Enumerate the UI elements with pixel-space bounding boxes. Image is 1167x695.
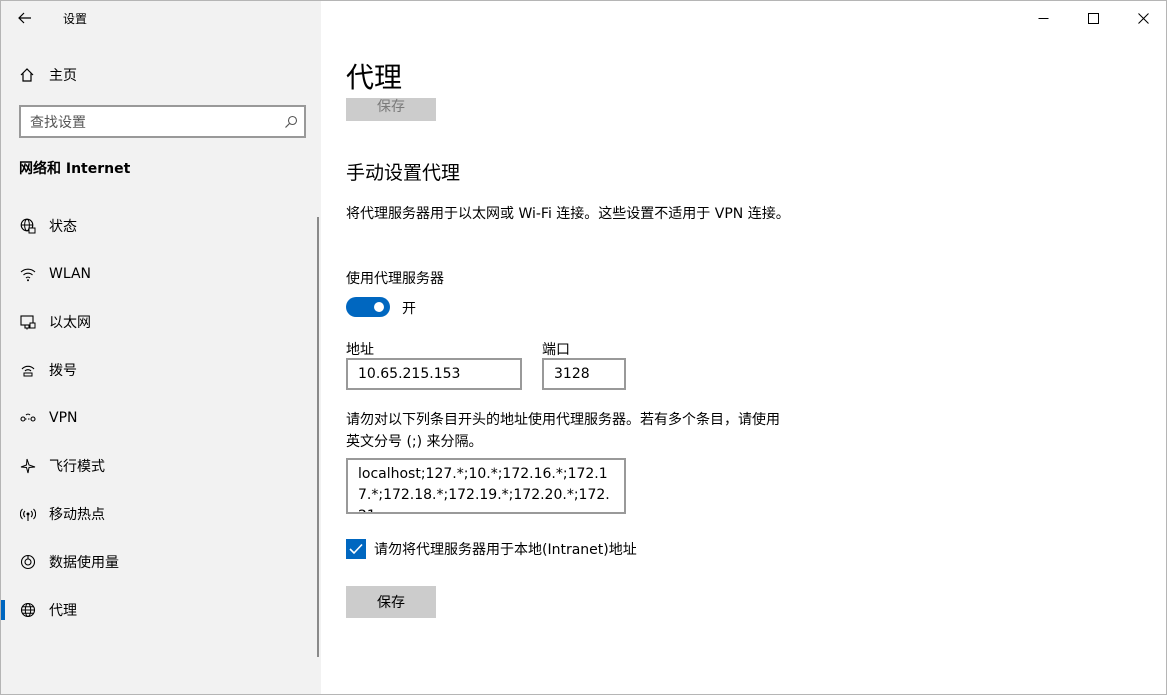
sidebar: 设置 主页 查找设置 网络和 Internet 状态 WLAN 以太网 拨号 V… bbox=[1, 1, 321, 694]
app-title: 设置 bbox=[63, 12, 88, 26]
address-label: 地址 bbox=[346, 342, 374, 358]
titlebar-left: 设置 bbox=[1, 1, 321, 35]
caption-buttons bbox=[1016, 1, 1166, 35]
minimize-icon bbox=[1038, 17, 1048, 19]
sidebar-item-wlan[interactable]: WLAN bbox=[1, 250, 317, 298]
port-label: 端口 bbox=[542, 342, 570, 358]
home-label: 主页 bbox=[49, 68, 77, 84]
maximize-button[interactable] bbox=[1070, 1, 1116, 35]
sidebar-item-label: 状态 bbox=[49, 219, 77, 235]
address-input[interactable]: 10.65.215.153 bbox=[346, 358, 522, 390]
toggle-state-label: 开 bbox=[402, 301, 416, 317]
sidebar-item-label: 以太网 bbox=[49, 315, 91, 331]
sidebar-item-label: 数据使用量 bbox=[49, 555, 119, 571]
home-icon bbox=[20, 68, 34, 82]
section-title: 网络和 Internet bbox=[19, 161, 131, 177]
page-title: 代理 bbox=[346, 61, 403, 94]
data-usage-icon bbox=[19, 553, 37, 571]
save-button[interactable]: 保存 bbox=[346, 586, 436, 618]
sidebar-item-label: 移动热点 bbox=[49, 507, 105, 523]
exceptions-input[interactable]: localhost;127.*;10.*;172.16.*;172.17.*;1… bbox=[346, 458, 626, 514]
sidebar-scrollbar[interactable] bbox=[317, 217, 319, 657]
sidebar-item-mobile-hotspot[interactable]: 移动热点 bbox=[1, 490, 317, 538]
sidebar-item-label: 拨号 bbox=[49, 363, 77, 379]
sidebar-item-label: 代理 bbox=[49, 603, 77, 619]
port-input[interactable]: 3128 bbox=[542, 358, 626, 390]
dialup-icon bbox=[19, 361, 37, 379]
ethernet-icon bbox=[19, 313, 37, 331]
search-input[interactable]: 查找设置 bbox=[19, 105, 306, 138]
exceptions-description: 请勿对以下列条目开头的地址使用代理服务器。若有多个条目，请使用英文分号 (;) … bbox=[346, 412, 780, 450]
wifi-icon bbox=[19, 265, 37, 283]
sidebar-item-airplane-mode[interactable]: 飞行模式 bbox=[1, 442, 317, 490]
search-placeholder: 查找设置 bbox=[30, 114, 86, 131]
sidebar-nav: 状态 WLAN 以太网 拨号 VPN 飞行模式 移动热点 数据使用量 代理 bbox=[1, 202, 317, 634]
sidebar-item-vpn[interactable]: VPN bbox=[1, 394, 317, 442]
sidebar-item-proxy[interactable]: 代理 bbox=[1, 586, 317, 634]
close-button[interactable] bbox=[1120, 1, 1166, 35]
use-proxy-toggle[interactable] bbox=[346, 297, 390, 317]
maximize-icon bbox=[1087, 12, 1099, 24]
settings-window: 设置 主页 查找设置 网络和 Internet 状态 WLAN 以太网 拨号 V… bbox=[0, 0, 1167, 695]
airplane-icon bbox=[19, 457, 37, 475]
use-proxy-label: 使用代理服务器 bbox=[346, 271, 444, 287]
sidebar-item-label: VPN bbox=[49, 410, 78, 426]
checkmark-icon bbox=[349, 543, 363, 555]
toggle-knob bbox=[374, 302, 384, 312]
sidebar-item-label: 飞行模式 bbox=[49, 459, 105, 475]
close-icon bbox=[1137, 12, 1149, 24]
home-button[interactable]: 主页 bbox=[1, 57, 321, 93]
globe-icon bbox=[19, 601, 37, 619]
globe-status-icon bbox=[19, 217, 37, 235]
sidebar-item-status[interactable]: 状态 bbox=[1, 202, 317, 250]
bypass-local-row[interactable]: 请勿将代理服务器用于本地(Intranet)地址 bbox=[346, 539, 637, 559]
back-arrow-icon bbox=[18, 12, 31, 24]
back-button[interactable] bbox=[9, 3, 41, 33]
bypass-local-label: 请勿将代理服务器用于本地(Intranet)地址 bbox=[374, 542, 637, 558]
manual-proxy-heading: 手动设置代理 bbox=[346, 162, 461, 184]
top-save-button[interactable]: 保存 bbox=[346, 98, 436, 121]
hotspot-icon bbox=[19, 505, 37, 523]
minimize-button[interactable] bbox=[1020, 1, 1066, 35]
sidebar-item-label: WLAN bbox=[49, 266, 92, 282]
search-icon[interactable] bbox=[278, 108, 304, 136]
manual-proxy-description: 将代理服务器用于以太网或 Wi-Fi 连接。这些设置不适用于 VPN 连接。 bbox=[346, 206, 790, 222]
bypass-local-checkbox[interactable] bbox=[346, 539, 366, 559]
top-save-label: 保存 bbox=[377, 98, 405, 115]
vpn-icon bbox=[19, 409, 37, 427]
sidebar-item-dialup[interactable]: 拨号 bbox=[1, 346, 317, 394]
sidebar-item-data-usage[interactable]: 数据使用量 bbox=[1, 538, 317, 586]
sidebar-item-ethernet[interactable]: 以太网 bbox=[1, 298, 317, 346]
